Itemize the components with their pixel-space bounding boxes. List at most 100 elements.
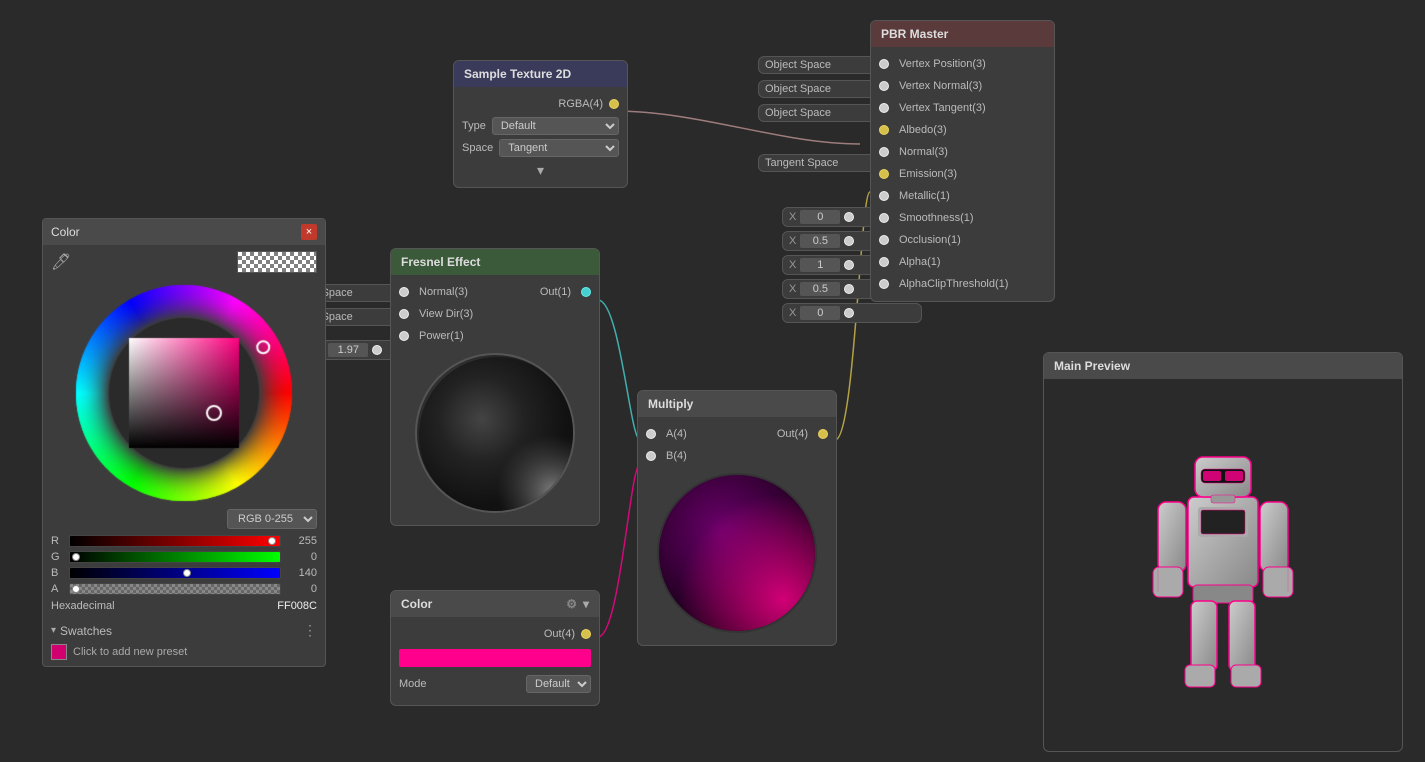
fresnel-header: Fresnel Effect bbox=[391, 249, 599, 275]
space-select[interactable]: Tangent bbox=[499, 139, 619, 157]
color-mode-selector[interactable]: RGB 0-255 HSV bbox=[227, 509, 317, 529]
r-slider-row: R 255 bbox=[43, 533, 325, 549]
fresnel-power-input[interactable] bbox=[328, 343, 368, 357]
fresnel-out-label: Out(1) bbox=[540, 286, 571, 298]
color-panel-close-button[interactable]: × bbox=[301, 224, 317, 240]
color-out-port[interactable] bbox=[581, 629, 591, 639]
color-node-chevron-icon[interactable]: ▾ bbox=[583, 597, 589, 611]
multiply-header: Multiply bbox=[638, 391, 836, 417]
pbr-metallic-in-port[interactable] bbox=[879, 191, 889, 201]
object-space-3-label: Object Space bbox=[765, 107, 875, 119]
metallic-out-port[interactable] bbox=[844, 212, 854, 222]
main-preview-panel: Main Preview bbox=[1043, 352, 1403, 752]
color-mode-select[interactable]: Default bbox=[526, 675, 591, 693]
hex-value: FF008C bbox=[277, 600, 317, 612]
g-slider-thumb[interactable] bbox=[72, 553, 80, 561]
swatches-title-row: ▾ Swatches bbox=[51, 624, 112, 638]
multiply-a-in-port[interactable] bbox=[646, 429, 656, 439]
pbr-smoothness-label: Smoothness(1) bbox=[899, 212, 974, 224]
color-node-title: Color bbox=[401, 597, 432, 611]
g-value: 0 bbox=[287, 551, 317, 563]
a-label: A bbox=[51, 583, 63, 595]
alpha-swatch bbox=[237, 251, 317, 273]
add-preset-row[interactable]: Click to add new preset bbox=[51, 642, 317, 662]
smoothness-out-port[interactable] bbox=[844, 236, 854, 246]
r-value: 255 bbox=[287, 535, 317, 547]
color-node-header: Color ⚙ ▾ bbox=[391, 591, 599, 617]
color-wheel[interactable] bbox=[74, 283, 294, 503]
multiply-b-in-port[interactable] bbox=[646, 451, 656, 461]
add-preset-label: Click to add new preset bbox=[73, 646, 187, 658]
fresnel-viewdir-in-port[interactable] bbox=[399, 309, 409, 319]
multiply-out-port[interactable] bbox=[818, 429, 828, 439]
color-tools-row: 🖊 bbox=[43, 245, 325, 279]
pbr-emission-label: Emission(3) bbox=[899, 168, 957, 180]
eyedropper-icon[interactable]: 🖊 bbox=[51, 252, 71, 272]
fresnel-viewdir-label: View Dir(3) bbox=[419, 308, 473, 320]
rgba-out-port[interactable] bbox=[609, 99, 619, 109]
alphaclip-input[interactable] bbox=[800, 306, 840, 320]
tangent-space-label: Tangent Space bbox=[765, 157, 875, 169]
color-panel-title: Color bbox=[51, 225, 80, 239]
pbr-verttang-label: Vertex Tangent(3) bbox=[899, 102, 986, 114]
main-preview-title: Main Preview bbox=[1054, 359, 1130, 373]
pbr-alpha-in-port[interactable] bbox=[879, 257, 889, 267]
pbr-verttang-in-port[interactable] bbox=[879, 103, 889, 113]
fresnel-effect-node: Fresnel Effect Normal(3) Out(1) View Dir… bbox=[390, 248, 600, 526]
occlusion-input[interactable] bbox=[800, 258, 840, 272]
pbr-vertpos-in-port[interactable] bbox=[879, 59, 889, 69]
occlusion-out-port[interactable] bbox=[844, 260, 854, 270]
smoothness-input[interactable] bbox=[800, 234, 840, 248]
sample-texture-header: Sample Texture 2D bbox=[454, 61, 627, 87]
fresnel-out-port[interactable] bbox=[581, 287, 591, 297]
multiply-out-label: Out(4) bbox=[777, 428, 808, 440]
pbr-normal-in-port[interactable] bbox=[879, 147, 889, 157]
sample-texture-title: Sample Texture 2D bbox=[464, 67, 571, 81]
a-slider-row: A 0 bbox=[43, 581, 325, 597]
swatches-more-icon[interactable]: ⋮ bbox=[303, 622, 317, 639]
pbr-metallic-label: Metallic(1) bbox=[899, 190, 950, 202]
metallic-input[interactable] bbox=[800, 210, 840, 224]
pbr-title: PBR Master bbox=[881, 27, 948, 41]
rgba-label: RGBA(4) bbox=[558, 98, 603, 110]
color-node-gear-icon[interactable]: ⚙ bbox=[566, 597, 577, 611]
mode-label: Mode bbox=[399, 678, 427, 690]
pbr-albedo-in-port[interactable] bbox=[879, 125, 889, 135]
r-slider-thumb[interactable] bbox=[268, 537, 276, 545]
b-slider-track bbox=[69, 567, 281, 579]
pbr-emission-in-port[interactable] bbox=[879, 169, 889, 179]
pbr-occlusion-in-port[interactable] bbox=[879, 235, 889, 245]
multiply-title: Multiply bbox=[648, 397, 693, 411]
a-slider-track bbox=[69, 583, 281, 595]
color-panel-header: Color × bbox=[43, 219, 325, 245]
pbr-vertnorm-in-port[interactable] bbox=[879, 81, 889, 91]
fresnel-power-in-port[interactable] bbox=[399, 331, 409, 341]
pbr-smoothness-in-port[interactable] bbox=[879, 213, 889, 223]
multiply-preview-sphere bbox=[657, 473, 817, 633]
g-slider-track bbox=[69, 551, 281, 563]
fresnel-normal-in-port[interactable] bbox=[399, 287, 409, 297]
swatches-header: ▾ Swatches ⋮ bbox=[51, 619, 317, 642]
r-slider-track bbox=[69, 535, 281, 547]
main-preview-header: Main Preview bbox=[1044, 353, 1402, 379]
hex-label: Hexadecimal bbox=[51, 600, 115, 612]
alpha-out-port[interactable] bbox=[844, 284, 854, 294]
sample-texture-node: Sample Texture 2D RGBA(4) Type Default S… bbox=[453, 60, 628, 188]
expand-icon[interactable]: ▾ bbox=[537, 162, 544, 179]
fresnel-power-out-port[interactable] bbox=[372, 345, 382, 355]
alphaclip-out-port[interactable] bbox=[844, 308, 854, 318]
b-slider-thumb[interactable] bbox=[183, 569, 191, 577]
pbr-header: PBR Master bbox=[871, 21, 1054, 47]
pbr-alphaclip-in-port[interactable] bbox=[879, 279, 889, 289]
pbr-master-node: PBR Master Vertex Position(3) Vertex Nor… bbox=[870, 20, 1055, 302]
a-slider-thumb[interactable] bbox=[72, 585, 80, 593]
swatches-collapse-icon[interactable]: ▾ bbox=[51, 625, 56, 636]
space-label: Space bbox=[462, 142, 493, 154]
pbr-albedo-label: Albedo(3) bbox=[899, 124, 947, 136]
color-out-label: Out(4) bbox=[544, 628, 575, 640]
color-picker-panel: Color × 🖊 RGB 0-255 HSV R 255 G 0 B bbox=[42, 218, 326, 667]
alpha-input[interactable] bbox=[800, 282, 840, 296]
type-select[interactable]: Default bbox=[492, 117, 619, 135]
object-space-2-label: Object Space bbox=[765, 83, 875, 95]
fresnel-power-label: Power(1) bbox=[419, 330, 464, 342]
